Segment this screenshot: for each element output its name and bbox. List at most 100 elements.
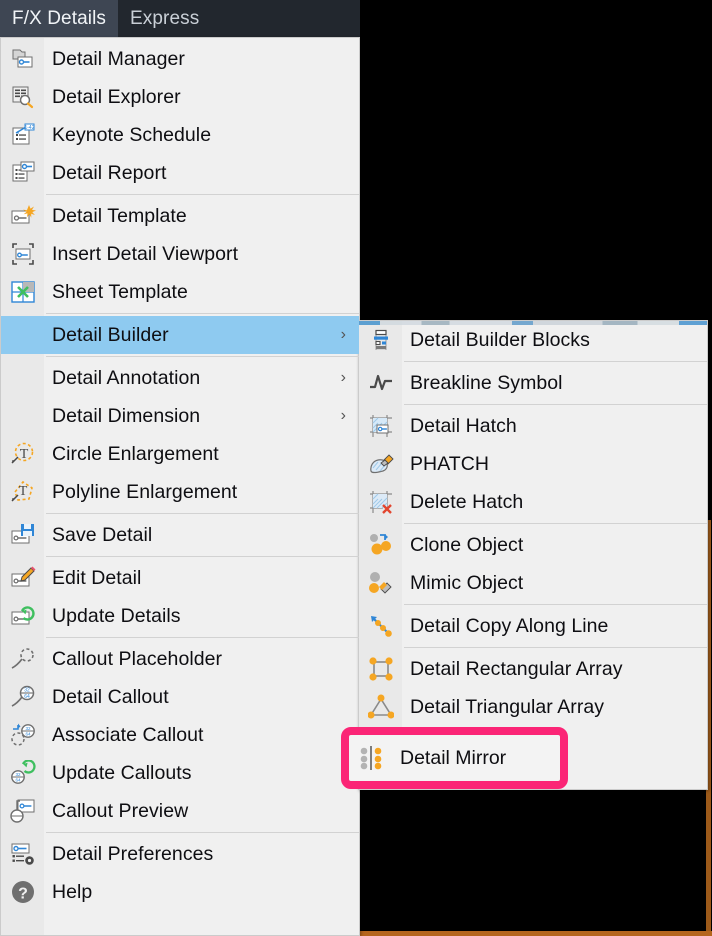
- menubar-item-fx-details[interactable]: F/X Details: [0, 0, 119, 37]
- menu-item-detail-rectangular-array[interactable]: Detail Rectangular Array: [359, 650, 707, 688]
- menu-item-clone-object[interactable]: Clone Object: [359, 526, 707, 564]
- menu-item-breakline-symbol[interactable]: Breakline Symbol: [359, 364, 707, 402]
- menu-item-phatch[interactable]: PHATCH: [359, 445, 707, 483]
- menu-item-detail-builder[interactable]: Detail Builder ›: [1, 316, 359, 354]
- fx-details-dropdown-menu: Detail Manager Detail Explorer 1-42 Keyno…: [0, 37, 360, 936]
- menu-item-insert-detail-viewport[interactable]: Insert Detail Viewport: [1, 235, 359, 273]
- menu-item-label: Insert Detail Viewport: [52, 242, 239, 265]
- no-icon: [1, 316, 44, 354]
- menu-item-detail-manager[interactable]: Detail Manager: [1, 40, 359, 78]
- menu-item-mimic-object[interactable]: Mimic Object: [359, 564, 707, 602]
- menu-item-label: Detail Callout: [52, 685, 169, 708]
- svg-text:32: 32: [24, 688, 30, 694]
- menu-item-label: Detail Annotation: [52, 366, 201, 389]
- menu-item-associate-callout[interactable]: 32 64 Associate Callout: [1, 716, 359, 754]
- menu-item-label: Help: [52, 880, 93, 903]
- detail-copy-along-line-icon: [359, 607, 402, 645]
- menubar-item-label: F/X Details: [12, 7, 107, 29]
- menu-item-label: Edit Detail: [52, 566, 142, 589]
- menu-item-label: Mimic Object: [410, 571, 524, 594]
- detail-template-icon: [1, 197, 44, 235]
- mimic-object-icon: [359, 564, 402, 602]
- menu-item-label: Detail Manager: [52, 47, 185, 70]
- insert-detail-viewport-icon: [1, 235, 44, 273]
- menu-item-detail-dimension[interactable]: Detail Dimension ›: [1, 397, 359, 435]
- menu-item-label: Update Callouts: [52, 761, 192, 784]
- menu-item-detail-hatch[interactable]: Detail Hatch: [359, 407, 707, 445]
- detail-builder-submenu: Detail Builder Blocks Breakline Symbol De…: [358, 320, 708, 790]
- svg-text:32: 32: [25, 726, 31, 731]
- delete-hatch-icon: [359, 483, 402, 521]
- menu-separator: [404, 647, 707, 648]
- menu-item-detail-builder-blocks[interactable]: Detail Builder Blocks: [359, 321, 707, 359]
- detail-manager-icon: [1, 40, 44, 78]
- svg-text:T: T: [18, 484, 27, 499]
- menu-item-help[interactable]: ? Help: [1, 873, 359, 911]
- menu-item-circle-enlargement[interactable]: T Circle Enlargement: [1, 435, 359, 473]
- menu-separator: [46, 556, 359, 557]
- menu-separator: [46, 832, 359, 833]
- detail-preferences-icon: [1, 835, 44, 873]
- menu-item-detail-template[interactable]: Detail Template: [1, 197, 359, 235]
- submenu-list: Detail Builder Blocks Breakline Symbol De…: [359, 321, 707, 764]
- menu-separator: [46, 513, 359, 514]
- svg-text:?: ?: [18, 886, 28, 903]
- menu-item-detail-copy-along-line[interactable]: Detail Copy Along Line: [359, 607, 707, 645]
- menu-item-delete-hatch[interactable]: Delete Hatch: [359, 483, 707, 521]
- menu-item-label: Detail Template: [52, 204, 187, 227]
- no-icon: [1, 359, 44, 397]
- phatch-icon: [359, 445, 402, 483]
- menu-item-update-callouts[interactable]: 32 64 Update Callouts: [1, 754, 359, 792]
- menu-item-save-detail[interactable]: Save Detail: [1, 516, 359, 554]
- menu-item-label: Detail Rectangular Array: [410, 657, 623, 680]
- menu-item-detail-preferences[interactable]: Detail Preferences: [1, 835, 359, 873]
- menu-item-detail-annotation[interactable]: Detail Annotation ›: [1, 359, 359, 397]
- callout-preview-icon: [1, 792, 44, 830]
- detail-hatch-icon: [359, 407, 402, 445]
- detail-explorer-icon: [1, 78, 44, 116]
- menu-item-detail-mirror[interactable]: Detail Mirror: [349, 735, 560, 781]
- menu-item-update-details[interactable]: Update Details: [1, 597, 359, 635]
- menu-item-detail-explorer[interactable]: Detail Explorer: [1, 78, 359, 116]
- no-icon: [1, 397, 44, 435]
- chevron-right-icon: ›: [340, 407, 346, 424]
- menu-item-label: Breakline Symbol: [410, 371, 563, 394]
- keynote-schedule-icon: 1-42: [1, 116, 44, 154]
- polyline-enlargement-icon: T: [1, 473, 44, 511]
- menu-separator: [404, 361, 707, 362]
- help-icon: ?: [1, 873, 44, 911]
- menu-item-detail-report[interactable]: Detail Report: [1, 154, 359, 192]
- menu-item-polyline-enlargement[interactable]: T Polyline Enlargement: [1, 473, 359, 511]
- menu-item-edit-detail[interactable]: Edit Detail: [1, 559, 359, 597]
- menu-item-keynote-schedule[interactable]: 1-42 Keynote Schedule: [1, 116, 359, 154]
- menubar-item-express[interactable]: Express: [118, 0, 211, 37]
- menu-separator: [46, 313, 359, 314]
- menu-separator: [46, 194, 359, 195]
- menu-item-detail-triangular-array[interactable]: Detail Triangular Array: [359, 688, 707, 726]
- menu-item-detail-callout[interactable]: 32 64 Detail Callout: [1, 678, 359, 716]
- menu-item-label: Associate Callout: [52, 723, 204, 746]
- callout-placeholder-icon: [1, 640, 44, 678]
- menu-item-label: Delete Hatch: [410, 490, 524, 513]
- svg-text:1-42: 1-42: [24, 125, 34, 131]
- menu-item-label: Detail Explorer: [52, 85, 181, 108]
- menu-item-label: Sheet Template: [52, 280, 188, 303]
- menu-item-sheet-template[interactable]: Sheet Template: [1, 273, 359, 311]
- detail-callout-icon: 32 64: [1, 678, 44, 716]
- ribbon-remnant-strip: [359, 321, 707, 325]
- menu-item-callout-preview[interactable]: Callout Preview: [1, 792, 359, 830]
- svg-text:T: T: [19, 447, 28, 462]
- menu-item-callout-placeholder[interactable]: Callout Placeholder: [1, 640, 359, 678]
- screenshot-root: F/X Details Express Detail Manager Detai…: [0, 0, 712, 936]
- menu-item-label: Callout Placeholder: [52, 647, 223, 670]
- menu-item-label: Save Detail: [52, 523, 153, 546]
- sheet-template-icon: [1, 273, 44, 311]
- detail-builder-blocks-icon: [359, 321, 402, 359]
- clone-object-icon: [359, 526, 402, 564]
- chevron-right-icon: ›: [340, 369, 346, 386]
- update-callouts-icon: 32 64: [1, 754, 44, 792]
- menu-item-label: Detail Hatch: [410, 414, 517, 437]
- menu-item-label: Detail Mirror: [400, 746, 507, 769]
- menu-separator: [404, 404, 707, 405]
- detail-triangular-array-icon: [359, 688, 402, 726]
